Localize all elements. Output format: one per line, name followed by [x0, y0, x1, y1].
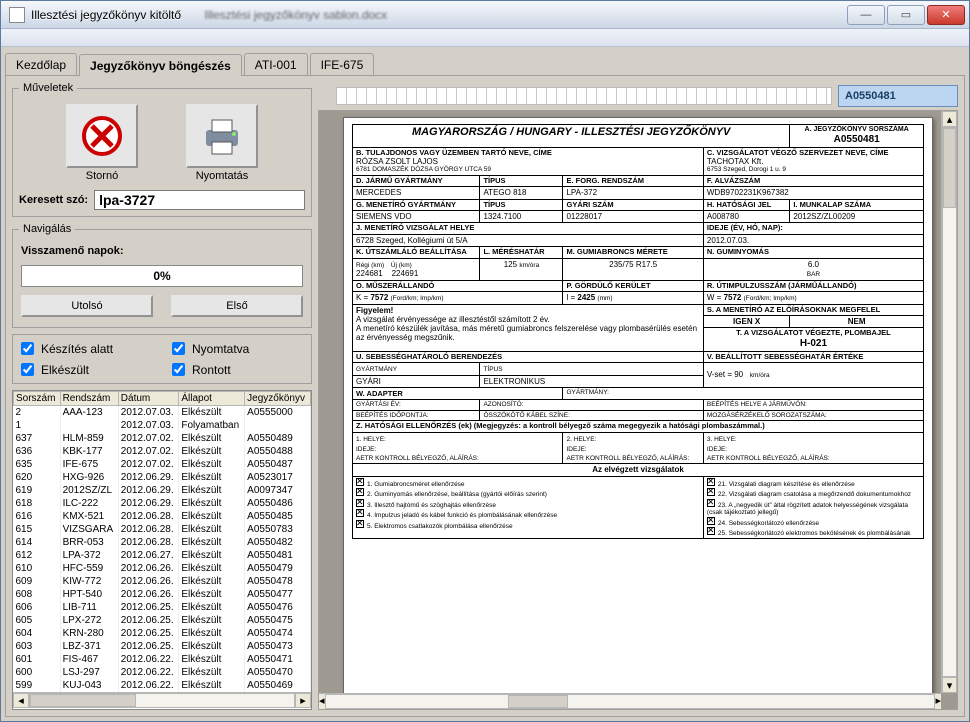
nav-group: Navigálás Visszamenő napok: 0% Utolsó El… — [12, 223, 312, 328]
table-row[interactable]: 609KIW-7722012.06.26.ElkészültA0550478 — [14, 575, 311, 588]
table-row[interactable]: 601FIS-4672012.06.22.ElkészültA0550471 — [14, 653, 311, 666]
records-grid[interactable]: SorszámRendszámDátumÁllapotJegyzőkönyv 2… — [12, 390, 312, 710]
grid-header[interactable]: Jegyzőkönyv — [245, 392, 311, 406]
storno-label: Stornó — [86, 170, 118, 182]
table-row[interactable]: 603LBZ-3712012.06.25.ElkészültA0550473 — [14, 640, 311, 653]
table-row[interactable]: 637HLM-8592012.07.02.ElkészültA0550489 — [14, 432, 311, 445]
minimize-button[interactable]: — — [847, 5, 885, 25]
grid-header[interactable]: Dátum — [118, 392, 179, 406]
filter-checks: Készítés alatt Nyomtatva Elkészült Ronto… — [12, 334, 312, 384]
filter-making[interactable]: Készítés alatt — [17, 339, 156, 358]
table-row[interactable]: 618ILC-2222012.06.29.ElkészültA0550486 — [14, 497, 311, 510]
progress-text: 0% — [153, 269, 170, 283]
doc-vscroll[interactable]: ▴ ▾ — [941, 111, 957, 693]
ops-group: Műveletek Stornó — [12, 82, 312, 217]
tab-browse[interactable]: Jegyzőkönyv böngészés — [79, 54, 242, 76]
tab-ife[interactable]: IFE-675 — [310, 53, 375, 75]
table-row[interactable]: 610HFC-5592012.06.26.ElkészültA0550479 — [14, 562, 311, 575]
table-row[interactable]: 605LPX-2722012.06.25.ElkészültA0550475 — [14, 614, 311, 627]
progress-bar: 0% — [21, 265, 303, 287]
scroll-left-icon[interactable]: ◂ — [13, 693, 29, 708]
table-row[interactable]: 616KMX-5212012.06.28.ElkészültA0550485 — [14, 510, 311, 523]
ribbon-strip — [1, 29, 969, 47]
scroll-up-icon[interactable]: ▴ — [942, 111, 957, 127]
last-button[interactable]: Utolsó — [21, 295, 153, 317]
document-preview[interactable]: MAGYARORSZÁG / HUNGARY - ILLESZTÉSI JEGY… — [318, 110, 958, 710]
print-button[interactable] — [186, 104, 258, 168]
table-row[interactable]: 599KUJ-0432012.06.22.ElkészültA0550469 — [14, 679, 311, 692]
table-row[interactable]: 6192012SZ/ZL2012.06.29.ElkészültA0097347 — [14, 484, 311, 497]
doc-id-field[interactable]: A0550481 — [838, 85, 958, 107]
filter-broken[interactable]: Rontott — [168, 360, 307, 379]
print-label: Nyomtatás — [196, 170, 249, 182]
table-row[interactable]: 12012.07.03.Folyamatban — [14, 419, 311, 432]
report-page: MAGYARORSZÁG / HUNGARY - ILLESZTÉSI JEGY… — [343, 117, 933, 703]
app-window: Illesztési jegyzőkönyv kitöltő Illesztés… — [0, 0, 970, 722]
first-button[interactable]: Első — [171, 295, 303, 317]
scroll-right-icon[interactable]: ▸ — [295, 693, 311, 708]
table-row[interactable]: 606LIB-7112012.06.25.ElkészültA0550476 — [14, 601, 311, 614]
window-title: Illesztési jegyzőkönyv kitöltő Illesztés… — [31, 8, 847, 22]
grid-header[interactable]: Állapot — [179, 392, 245, 406]
cancel-icon — [78, 112, 126, 160]
close-button[interactable]: ✕ — [927, 5, 965, 25]
search-label: Keresett szó: — [19, 194, 88, 206]
table-row[interactable]: 2AAA-1232012.07.03.ElkészültA0555000 — [14, 406, 311, 419]
grid-header[interactable]: Rendszám — [60, 392, 118, 406]
table-row[interactable]: 615VIZSGARA2012.06.28.ElkészültA0550783 — [14, 523, 311, 536]
doc-main-title: MAGYARORSZÁG / HUNGARY - ILLESZTÉSI JEGY… — [353, 125, 790, 148]
grid-hscroll[interactable]: ◂ ▸ — [13, 692, 311, 708]
table-row[interactable]: 635IFE-6752012.07.02.ElkészültA0550487 — [14, 458, 311, 471]
main-tabs: Kezdőlap Jegyzőkönyv böngészés ATI-001 I… — [5, 51, 965, 75]
filter-printed[interactable]: Nyomtatva — [168, 339, 307, 358]
table-row[interactable]: 620HXG-9262012.06.29.ElkészültA0523017 — [14, 471, 311, 484]
titlebar: Illesztési jegyzőkönyv kitöltő Illesztés… — [1, 1, 969, 29]
doc-hscroll[interactable]: ◂ ▸ — [319, 693, 941, 709]
table-row[interactable]: 604KRN-2802012.06.25.ElkészültA0550474 — [14, 627, 311, 640]
scroll-down-icon[interactable]: ▾ — [942, 677, 957, 693]
horizontal-ruler — [336, 87, 832, 105]
storno-button[interactable] — [66, 104, 138, 168]
maximize-button[interactable]: ▭ — [887, 5, 925, 25]
table-row[interactable]: 636KBK-1772012.07.02.ElkészültA0550488 — [14, 445, 311, 458]
table-row[interactable]: 612LPA-3722012.06.27.ElkészültA0550481 — [14, 549, 311, 562]
printer-icon — [198, 112, 246, 160]
scroll-right-icon[interactable]: ▸ — [935, 694, 941, 709]
nav-days-label: Visszamenő napok: — [21, 245, 303, 257]
table-row[interactable]: 614BRR-0532012.06.28.ElkészültA0550482 — [14, 536, 311, 549]
tab-home[interactable]: Kezdőlap — [5, 53, 77, 75]
ops-group-title: Műveletek — [19, 82, 77, 94]
nav-group-title: Navigálás — [19, 223, 75, 235]
search-input[interactable] — [94, 190, 305, 210]
grid-header[interactable]: Sorszám — [14, 392, 61, 406]
table-row[interactable]: 608HPT-5402012.06.26.ElkészültA0550477 — [14, 588, 311, 601]
filter-done[interactable]: Elkészült — [17, 360, 156, 379]
tab-ati[interactable]: ATI-001 — [244, 53, 308, 75]
table-row[interactable]: 600LSJ-2972012.06.22.ElkészültA0550470 — [14, 666, 311, 679]
app-icon — [9, 7, 25, 23]
